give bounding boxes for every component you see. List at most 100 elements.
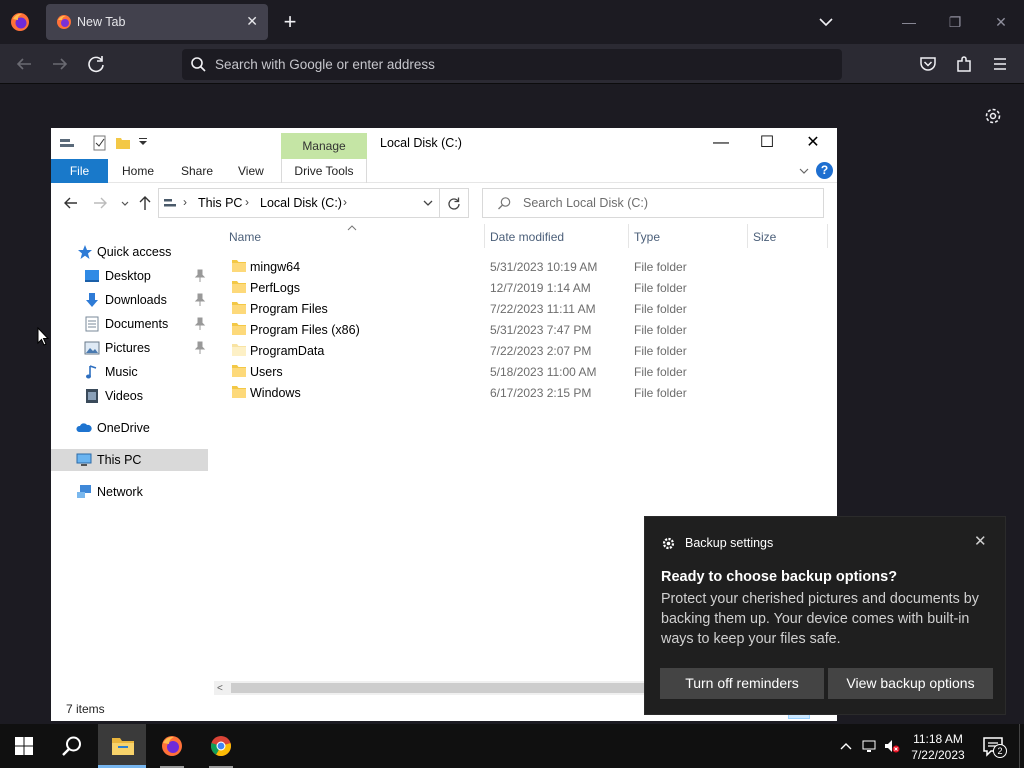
chevron-down-icon[interactable] — [421, 196, 435, 210]
network-tray-icon[interactable] — [862, 738, 878, 754]
expand-ribbon-icon[interactable] — [797, 164, 811, 178]
file-type: File folder — [634, 386, 687, 400]
list-all-tabs-icon[interactable] — [816, 12, 836, 32]
taskbar-file-explorer[interactable] — [98, 724, 146, 768]
reload-icon[interactable] — [84, 52, 108, 76]
tab-share[interactable]: Share — [181, 159, 213, 183]
customize-qat-icon[interactable] — [135, 135, 151, 151]
refresh-button[interactable] — [440, 188, 469, 218]
column-header-size[interactable]: Size — [753, 230, 776, 244]
list-item[interactable]: Program Files (x86) 5/31/2023 7:47 PM Fi… — [221, 319, 827, 340]
search-input[interactable]: Search Local Disk (C:) — [482, 188, 824, 218]
tab-drive-tools[interactable]: Drive Tools — [281, 159, 367, 183]
ribbon-tabs: File Home Share View Drive Tools ? — [51, 159, 837, 183]
volume-muted-icon[interactable] — [884, 738, 900, 754]
column-divider[interactable] — [628, 224, 629, 248]
scroll-left-button[interactable]: < — [217, 683, 223, 694]
list-item[interactable]: Program Files 7/22/2023 11:11 AM File fo… — [221, 298, 827, 319]
new-tab-button[interactable]: + — [279, 9, 301, 35]
turn-off-reminders-button[interactable]: Turn off reminders — [660, 668, 824, 699]
browser-minimize-button[interactable]: — — [896, 10, 922, 34]
breadcrumb-separator[interactable]: › — [343, 195, 347, 209]
file-date: 5/31/2023 10:19 AM — [490, 260, 598, 274]
forward-arrow-icon[interactable] — [90, 193, 110, 213]
sidebar-item-videos[interactable]: Videos — [51, 385, 208, 407]
pin-icon[interactable] — [194, 269, 206, 283]
sidebar-item-downloads[interactable]: Downloads — [51, 289, 208, 311]
pocket-icon[interactable] — [916, 52, 940, 76]
sidebar-item-music[interactable]: Music — [51, 361, 208, 383]
column-headers: Name Date modified Type Size — [221, 224, 831, 248]
recent-locations-icon[interactable] — [115, 193, 135, 213]
breadcrumb-this-pc[interactable]: This PC — [198, 196, 242, 210]
pin-icon[interactable] — [194, 341, 206, 355]
breadcrumb-local-disk[interactable]: Local Disk (C:) — [260, 196, 342, 210]
network-icon — [77, 485, 91, 498]
firefox-menu-icon[interactable] — [10, 12, 30, 32]
back-arrow-icon[interactable] — [12, 52, 36, 76]
system-clock[interactable]: 11:18 AM 7/22/2023 — [904, 731, 972, 763]
file-date: 5/31/2023 7:47 PM — [490, 323, 592, 337]
chevron-up-icon[interactable] — [838, 738, 854, 754]
explorer-maximize-button[interactable]: ☐ — [744, 131, 790, 155]
windows-logo-icon — [15, 737, 33, 755]
sidebar-item-network[interactable]: Network — [51, 481, 208, 503]
new-folder-icon[interactable] — [115, 135, 131, 151]
column-header-date-modified[interactable]: Date modified — [490, 230, 564, 244]
breadcrumb-separator[interactable]: › — [245, 195, 249, 209]
sidebar-item-quick-access[interactable]: Quick access — [51, 241, 208, 263]
column-header-type[interactable]: Type — [634, 230, 660, 244]
pin-icon[interactable] — [194, 317, 206, 331]
list-item[interactable]: Windows 6/17/2023 2:15 PM File folder — [221, 382, 827, 403]
taskbar-firefox[interactable] — [148, 724, 196, 768]
explorer-minimize-button[interactable]: — — [698, 131, 744, 155]
file-type: File folder — [634, 281, 687, 295]
back-arrow-icon[interactable] — [61, 193, 81, 213]
sidebar-item-documents[interactable]: Documents — [51, 313, 208, 335]
help-icon[interactable]: ? — [816, 162, 833, 179]
show-desktop-button[interactable] — [1019, 724, 1024, 768]
up-arrow-icon[interactable] — [135, 193, 155, 213]
column-header-name[interactable]: Name — [229, 230, 261, 244]
file-date: 6/17/2023 2:15 PM — [490, 386, 592, 400]
tab-home[interactable]: Home — [122, 159, 154, 183]
breadcrumb[interactable]: › This PC › Local Disk (C:) › — [158, 188, 440, 218]
extensions-icon[interactable] — [952, 52, 976, 76]
sidebar-item-label: OneDrive — [97, 421, 150, 435]
tab-file[interactable]: File — [51, 159, 108, 183]
computer-icon — [76, 453, 92, 466]
list-item[interactable]: ProgramData 7/22/2023 2:07 PM File folde… — [221, 340, 827, 361]
browser-close-button[interactable]: ✕ — [988, 10, 1014, 34]
column-divider[interactable] — [747, 224, 748, 248]
manage-contextual-label[interactable]: Manage — [281, 133, 367, 160]
address-bar[interactable]: Search with Google or enter address — [182, 49, 842, 80]
browser-tab-new-tab[interactable]: New Tab ✕ — [46, 4, 268, 40]
search-button[interactable] — [48, 724, 96, 768]
pin-icon[interactable] — [194, 293, 206, 307]
list-item[interactable]: Users 5/18/2023 11:00 AM File folder — [221, 361, 827, 382]
search-icon — [62, 736, 81, 756]
hidden-folder-icon — [232, 344, 246, 356]
tab-view[interactable]: View — [238, 159, 264, 183]
list-item[interactable]: PerfLogs 12/7/2019 1:14 AM File folder — [221, 277, 827, 298]
view-backup-options-button[interactable]: View backup options — [828, 668, 993, 699]
sidebar-item-desktop[interactable]: Desktop — [51, 265, 208, 287]
column-divider[interactable] — [827, 224, 828, 248]
app-menu-icon[interactable] — [988, 52, 1012, 76]
explorer-close-button[interactable]: ✕ — [790, 131, 836, 155]
sidebar-item-this-pc[interactable]: This PC — [51, 449, 208, 471]
sidebar-item-pictures[interactable]: Pictures — [51, 337, 208, 359]
forward-arrow-icon[interactable] — [48, 52, 72, 76]
taskbar-chrome[interactable] — [197, 724, 245, 768]
sidebar-item-onedrive[interactable]: OneDrive — [51, 417, 208, 439]
gear-icon[interactable] — [982, 105, 1004, 127]
file-type: File folder — [634, 302, 687, 316]
properties-icon[interactable] — [92, 135, 108, 151]
close-tab-icon[interactable]: ✕ — [246, 13, 258, 29]
browser-restore-button[interactable]: ❐ — [942, 10, 968, 34]
close-icon[interactable]: ✕ — [974, 533, 987, 551]
column-divider[interactable] — [484, 224, 485, 248]
scrollbar-thumb[interactable] — [231, 683, 651, 693]
list-item[interactable]: mingw64 5/31/2023 10:19 AM File folder — [221, 256, 827, 277]
start-button[interactable] — [0, 724, 48, 768]
